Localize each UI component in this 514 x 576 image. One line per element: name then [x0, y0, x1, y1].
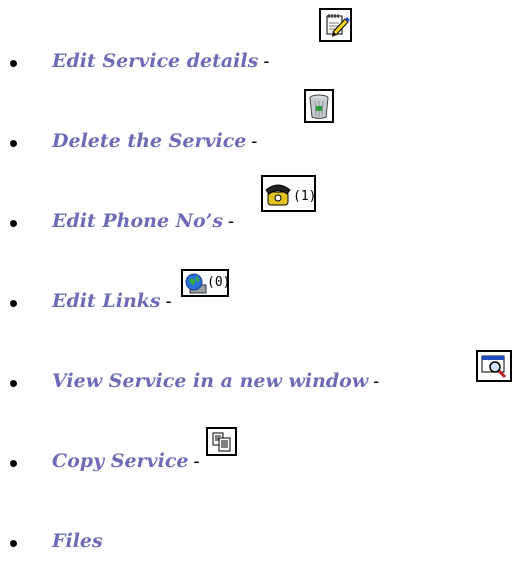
edit-service-link[interactable]: Edit Service details	[52, 50, 258, 72]
separator: -	[228, 211, 235, 231]
trash-can-icon[interactable]	[304, 89, 334, 123]
list-item-view-service: View Service in a new window -	[0, 350, 514, 400]
bullet	[10, 540, 17, 547]
separator: -	[193, 451, 200, 471]
bullet	[10, 460, 17, 467]
telephone-icon[interactable]: (1)	[261, 175, 316, 212]
phone-count: (1)	[293, 189, 317, 204]
list-item-delete-service: Delete the Service -	[0, 89, 514, 160]
copy-pages-icon[interactable]	[206, 427, 237, 456]
list-item-edit-links: Edit Links - (0)	[0, 269, 514, 320]
list-item-files: Files	[0, 520, 514, 560]
list-item-copy-service: Copy Service -	[0, 427, 514, 480]
separator: -	[165, 291, 172, 311]
bullet	[10, 140, 17, 147]
edit-links-link[interactable]: Edit Links	[52, 290, 161, 312]
bullet	[10, 300, 17, 307]
bullet	[10, 60, 17, 67]
list-item-edit-phone: Edit Phone No’s - (1)	[0, 175, 514, 240]
separator: -	[251, 131, 258, 151]
separator: -	[373, 371, 380, 391]
edit-notepad-icon[interactable]	[319, 8, 352, 42]
magnifier-window-icon[interactable]	[476, 350, 512, 382]
separator: -	[263, 51, 270, 71]
files-link[interactable]: Files	[52, 530, 103, 552]
bullet	[10, 220, 17, 227]
links-count: (0)	[207, 275, 231, 290]
delete-service-link[interactable]: Delete the Service	[52, 130, 246, 152]
view-service-link[interactable]: View Service in a new window	[52, 370, 368, 392]
copy-service-link[interactable]: Copy Service	[52, 450, 188, 472]
edit-phone-link[interactable]: Edit Phone No’s	[52, 210, 223, 232]
list-item-edit-service: Edit Service details -	[0, 8, 514, 80]
globe-computer-icon[interactable]: (0)	[181, 269, 231, 297]
bullet	[10, 380, 17, 387]
